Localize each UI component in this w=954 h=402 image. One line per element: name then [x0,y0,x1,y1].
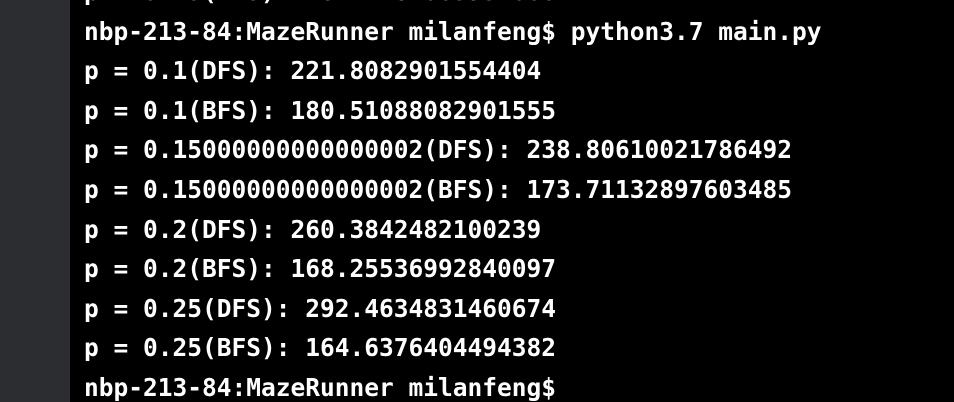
output-line: p = 0.15000000000000002(DFS): 238.806100… [84,135,793,165]
output-line: p = 0.2(BFS): 168.25536992840097 [84,254,557,284]
output-line: p = 0.25(BFS): 164.7184065934066 [84,0,822,12]
output-line: p = 0.25(DFS): 292.4634831460674 [84,293,557,323]
terminal-output-area[interactable]: p = 0.25(BFS): 164.7184065934066 nbp-213… [70,0,954,402]
command-prompt-line: nbp-213-84:MazeRunner milanfeng$ [84,372,557,402]
output-line: p = 0.15000000000000002(BFS): 173.711328… [84,174,793,204]
output-line: p = 0.1(BFS): 180.51088082901555 [84,95,557,125]
side-panel [0,0,70,402]
terminal-lines: p = 0.25(BFS): 164.7184065934066 nbp-213… [84,0,822,402]
output-line: p = 0.1(DFS): 221.8082901554404 [84,56,542,86]
output-line: p = 0.25(BFS): 164.6376404494382 [84,333,557,363]
terminal-window: p = 0.25(BFS): 164.7184065934066 nbp-213… [0,0,954,402]
output-line: p = 0.2(DFS): 260.3842482100239 [84,214,542,244]
command-prompt-line: nbp-213-84:MazeRunner milanfeng$ python3… [84,16,822,46]
